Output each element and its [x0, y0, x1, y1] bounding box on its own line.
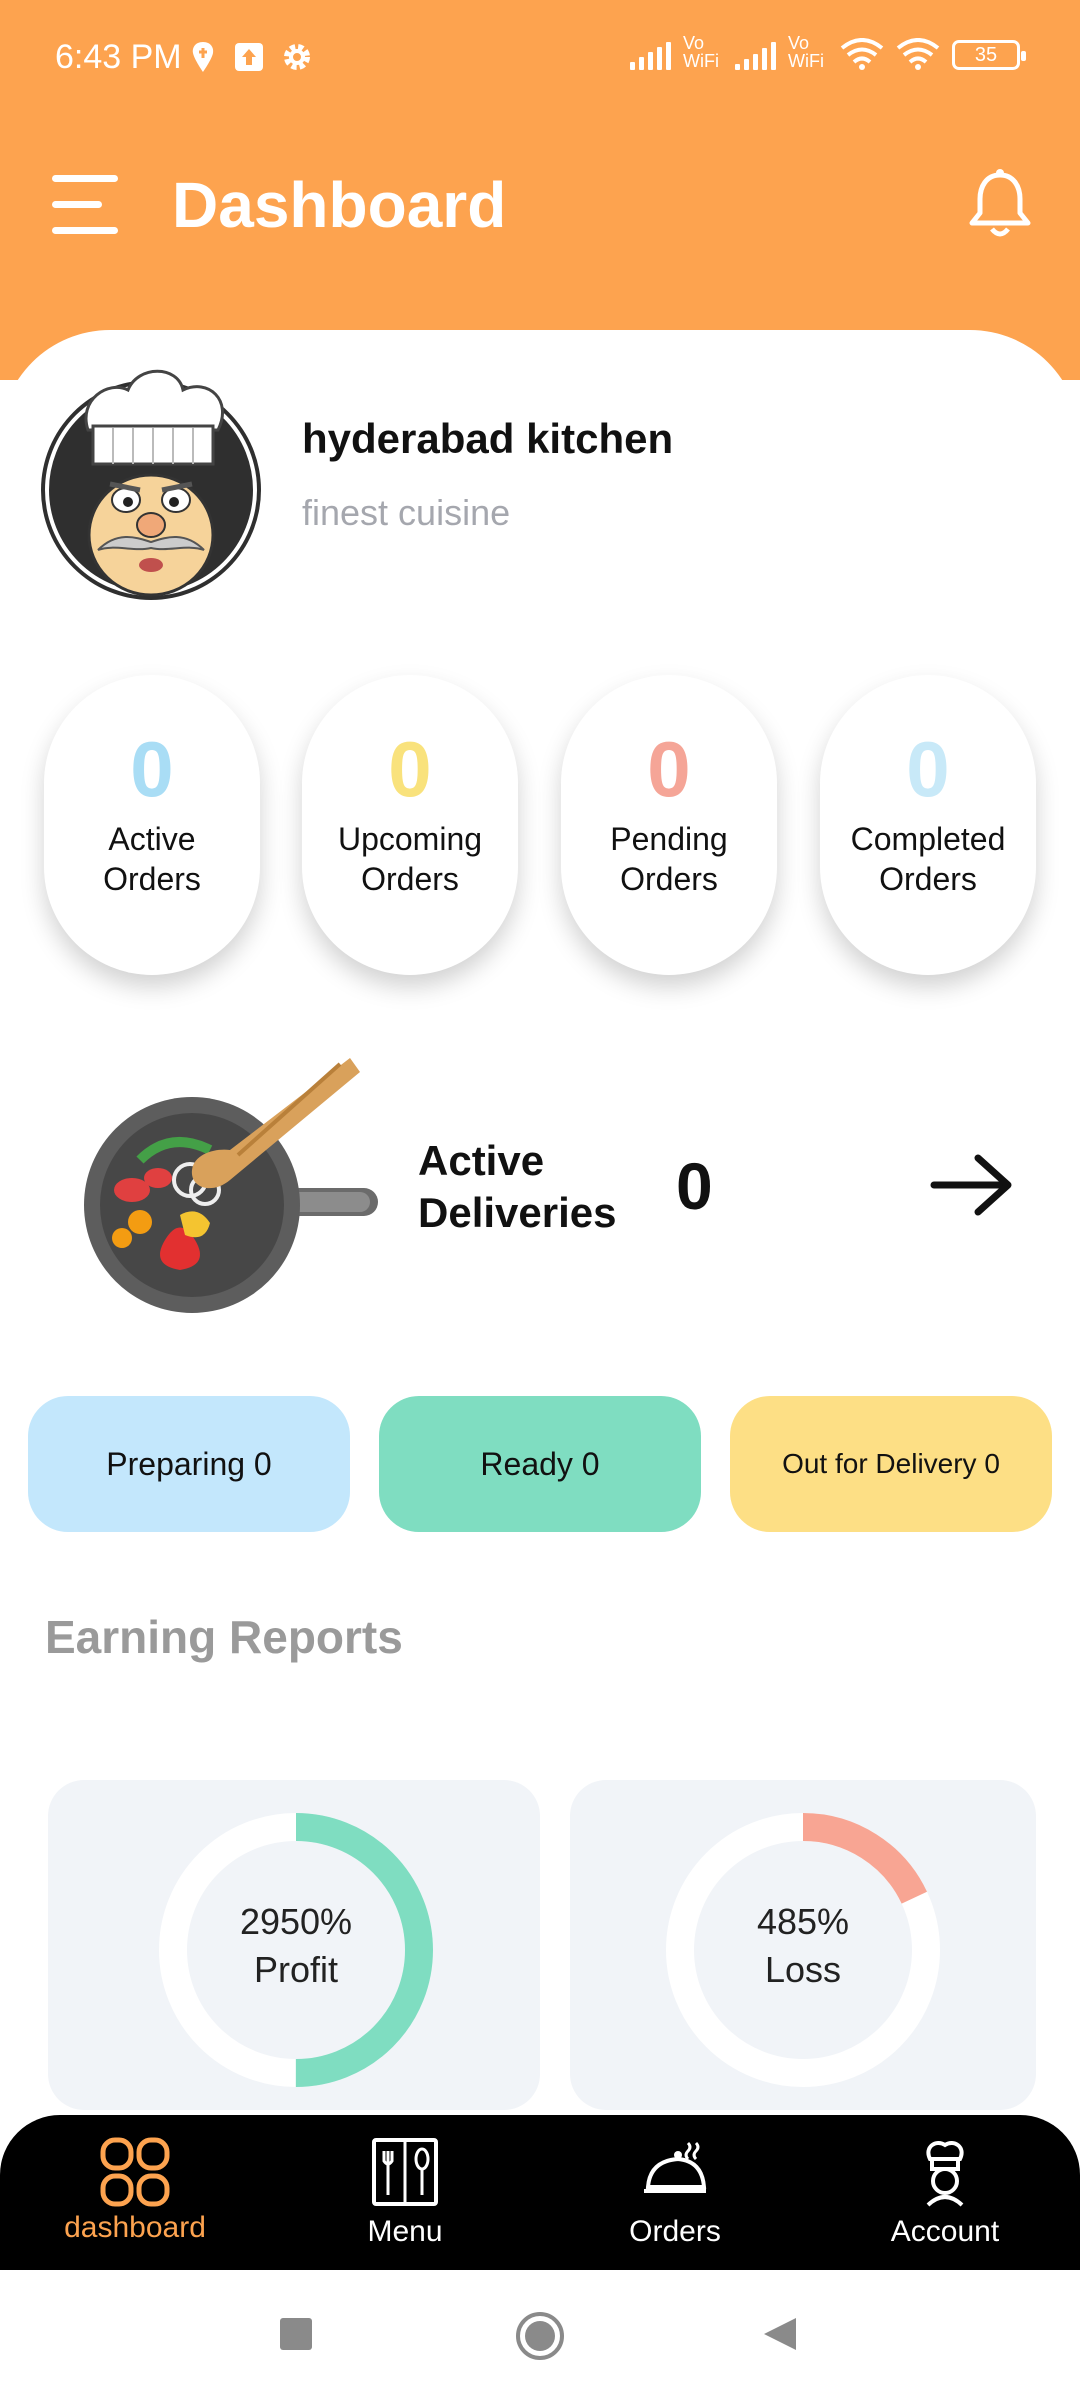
active-orders-count: 0 [130, 725, 174, 813]
cloche-icon [644, 2141, 707, 2193]
bell-icon[interactable] [960, 165, 1040, 245]
pending-orders-label: Orders [620, 861, 718, 897]
kitchen-tagline: finest cuisine [302, 492, 511, 533]
profit-value: 2950% [239, 1901, 353, 1942]
nav-account[interactable]: Account [810, 2115, 1080, 2270]
upload-icon [235, 43, 263, 71]
kitchen-name: hyderabad kitchen [302, 415, 674, 462]
chef-icon [926, 2140, 964, 2207]
system-navigation-bar [0, 2270, 1080, 2400]
earning-reports-title: Earning Reports [45, 1611, 403, 1663]
battery-indicator: 35 [952, 40, 1026, 70]
completed-orders-label: Completed [850, 821, 1006, 857]
nav-orders[interactable]: Orders [540, 2115, 810, 2270]
vowifi-badge: Vo WiFi [788, 33, 824, 71]
nav-menu-label: Menu [367, 2215, 443, 2248]
wifi-icon [896, 38, 940, 70]
status-time: 6:43 PM [55, 38, 182, 76]
nav-dashboard[interactable]: dashboard [0, 2115, 270, 2270]
cooking-pan-illustration [84, 1058, 378, 1313]
ready-chip-label: Ready 0 [480, 1445, 600, 1482]
status-bar: 6:43 PM Vo WiFi Vo WiFi 35 [0, 0, 1080, 120]
active-orders-card[interactable]: 0 Active Orders [44, 675, 260, 975]
nav-orders-label: Orders [629, 2215, 721, 2248]
loss-card[interactable]: 485% Loss [570, 1780, 1036, 2110]
active-orders-label: Active [108, 821, 196, 857]
recents-square-icon[interactable] [278, 2316, 314, 2352]
preparing-chip[interactable]: Preparing 0 [28, 1396, 350, 1532]
upcoming-orders-count: 0 [388, 725, 432, 813]
wifi-icon [840, 38, 884, 70]
dashboard-grid-icon [100, 2137, 170, 2207]
loss-value: 485% [756, 1901, 850, 1942]
profit-card[interactable]: 2950% Profit [48, 1780, 540, 2110]
completed-orders-label: Orders [879, 861, 977, 897]
active-deliveries-count: 0 [676, 1149, 713, 1223]
active-deliveries-label: Active Deliveries [418, 1137, 617, 1236]
bottom-navigation: dashboard Menu Orders Account [0, 2115, 1080, 2270]
vowifi-badge: Vo WiFi [683, 33, 719, 71]
loss-kind: Loss [764, 1949, 842, 1990]
nav-account-label: Account [890, 2215, 1000, 2248]
completed-orders-count: 0 [906, 725, 950, 813]
profit-kind: Profit [253, 1949, 339, 1990]
gear-icon [284, 44, 310, 70]
loss-label: 485% Loss [663, 1898, 943, 1994]
nav-dashboard-label: dashboard [64, 2211, 206, 2244]
signal-icon [735, 40, 776, 70]
ready-chip[interactable]: Ready 0 [379, 1396, 701, 1532]
pending-orders-count: 0 [647, 725, 691, 813]
completed-orders-card[interactable]: 0 Completed Orders [820, 675, 1036, 975]
hamburger-menu-icon[interactable] [52, 175, 118, 235]
page-title: Dashboard [172, 169, 507, 241]
home-circle-icon[interactable] [514, 2310, 566, 2362]
active-orders-label: Orders [103, 861, 201, 897]
out-for-delivery-chip[interactable]: Out for Delivery 0 [730, 1396, 1052, 1532]
profit-label: 2950% Profit [156, 1898, 436, 1994]
upcoming-orders-card[interactable]: 0 Upcoming Orders [302, 675, 518, 975]
out-for-delivery-chip-label: Out for Delivery 0 [782, 1448, 1000, 1479]
app-header: 6:43 PM Vo WiFi Vo WiFi 35 Dashboard [0, 0, 1080, 380]
signal-icon [630, 40, 671, 70]
swiggy-icon [192, 42, 214, 72]
nav-menu[interactable]: Menu [270, 2115, 540, 2270]
menu-book-icon [372, 2138, 438, 2206]
pending-orders-label: Pending [610, 821, 728, 857]
back-triangle-icon[interactable] [760, 2314, 800, 2354]
upcoming-orders-label: Upcoming [337, 821, 483, 857]
preparing-chip-label: Preparing 0 [106, 1445, 272, 1482]
upcoming-orders-label: Orders [361, 861, 459, 897]
chef-avatar [41, 369, 261, 600]
pending-orders-card[interactable]: 0 Pending Orders [561, 675, 777, 975]
arrow-right-icon[interactable] [930, 1150, 1014, 1220]
